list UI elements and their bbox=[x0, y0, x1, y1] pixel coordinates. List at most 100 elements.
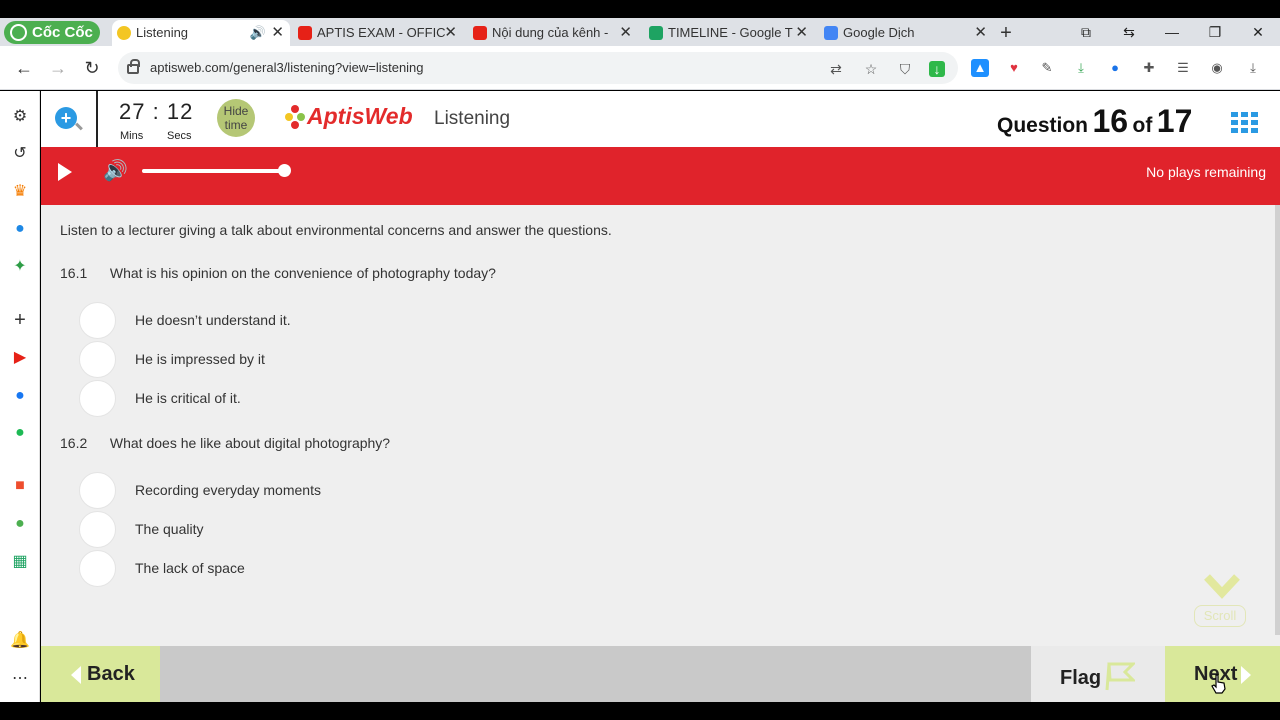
more-options-icon[interactable]: ⋯ bbox=[10, 669, 30, 689]
hide-time-button[interactable]: Hide time bbox=[217, 99, 255, 137]
answer-option[interactable]: The quality bbox=[79, 511, 479, 549]
mins-label: Mins bbox=[120, 130, 144, 142]
bookmark-extension-icon[interactable]: ✎ bbox=[1038, 59, 1056, 77]
minimize-button[interactable]: — bbox=[1150, 18, 1194, 46]
close-icon[interactable]: ✕ bbox=[619, 20, 632, 46]
window-close-button[interactable]: ✕ bbox=[1236, 18, 1280, 46]
flag-button[interactable]: Flag bbox=[1031, 646, 1165, 702]
radio-button[interactable] bbox=[79, 472, 116, 509]
sheets-icon[interactable]: ▦ bbox=[10, 552, 30, 572]
instructions: Listen to a lecturer giving a talk about… bbox=[60, 222, 612, 238]
tab-title: Listening bbox=[136, 25, 189, 40]
shield-icon[interactable]: ⛉ bbox=[897, 61, 913, 77]
forward-nav-button[interactable]: → bbox=[46, 56, 70, 80]
downloads-icon[interactable]: ⤓ bbox=[1244, 59, 1262, 77]
youtube-icon[interactable]: ▶ bbox=[10, 348, 30, 368]
close-icon[interactable]: ✕ bbox=[444, 20, 457, 46]
close-icon[interactable]: ✕ bbox=[974, 20, 987, 46]
messenger-icon[interactable]: ● bbox=[10, 219, 30, 239]
tab-search-button[interactable]: ⧉ bbox=[1064, 18, 1108, 46]
back-button[interactable]: Back bbox=[41, 646, 160, 702]
header-divider bbox=[96, 91, 98, 147]
browser-brand-button[interactable]: Cốc Cốc bbox=[4, 21, 100, 44]
spotify-icon[interactable]: ● bbox=[10, 423, 30, 443]
tab-timeline[interactable]: TIMELINE - Google T ✕ bbox=[644, 20, 814, 46]
save-extension-icon[interactable]: ⤓ bbox=[1072, 59, 1090, 77]
speaker-icon[interactable]: 🔊 bbox=[250, 20, 266, 46]
next-button[interactable]: Next bbox=[1165, 646, 1280, 702]
option-label[interactable]: Recording everyday moments bbox=[135, 482, 321, 498]
tab-noi-dung[interactable]: Nội dung của kênh - ✕ bbox=[468, 20, 638, 46]
reload-button[interactable]: ↻ bbox=[80, 56, 104, 80]
restore-button[interactable]: ❐ bbox=[1193, 18, 1237, 46]
back-nav-button[interactable]: ← bbox=[12, 56, 36, 80]
star-icon[interactable]: ☆ bbox=[863, 61, 879, 77]
radio-button[interactable] bbox=[79, 380, 116, 417]
add-sidebar-item-icon[interactable]: + bbox=[10, 310, 30, 330]
tab-listening[interactable]: Listening 🔊 ✕ bbox=[112, 20, 290, 46]
url-text[interactable]: aptisweb.com/general3/listening?view=lis… bbox=[150, 52, 424, 84]
google-extension-icon[interactable]: ● bbox=[1106, 59, 1124, 77]
option-label[interactable]: He doesn’t understand it. bbox=[135, 312, 291, 328]
scroll-button[interactable]: Scroll bbox=[1194, 605, 1246, 627]
gamepad-icon[interactable]: ✦ bbox=[10, 257, 30, 277]
lock-icon[interactable] bbox=[127, 59, 140, 74]
close-icon[interactable]: ✕ bbox=[795, 20, 808, 46]
close-icon[interactable]: ✕ bbox=[271, 20, 284, 46]
question-text: What does he like about digital photogra… bbox=[109, 435, 391, 451]
aptis-page: + 27 : 12 Mins Secs Hide time AptisWeb L… bbox=[41, 91, 1280, 702]
question-grid-icon[interactable] bbox=[1231, 112, 1259, 134]
radio-button[interactable] bbox=[79, 302, 116, 339]
chevron-right-icon bbox=[1241, 666, 1251, 684]
brand-label: Cốc Cốc bbox=[32, 24, 93, 41]
download-extension-icon[interactable]: ↓ bbox=[929, 61, 945, 77]
notification-bell-icon[interactable]: 🔔 bbox=[10, 631, 30, 651]
plays-remaining-status: No plays remaining bbox=[1146, 164, 1266, 180]
settings-gear-icon[interactable]: ⚙ bbox=[10, 107, 30, 127]
option-label[interactable]: The lack of space bbox=[135, 560, 245, 576]
question-number: 16.1 bbox=[60, 265, 88, 281]
profile-icon[interactable]: ◉ bbox=[1208, 59, 1226, 77]
answer-option[interactable]: He is impressed by it bbox=[79, 341, 479, 379]
volume-icon[interactable]: 🔊 bbox=[103, 160, 131, 182]
answer-option[interactable]: He is critical of it. bbox=[79, 380, 479, 418]
option-label[interactable]: The quality bbox=[135, 521, 203, 537]
facebook-icon[interactable]: ● bbox=[10, 386, 30, 406]
option-label[interactable]: He is critical of it. bbox=[135, 390, 241, 406]
extensions-puzzle-icon[interactable]: ✚ bbox=[1140, 59, 1158, 77]
volume-slider-track[interactable] bbox=[142, 169, 284, 173]
new-tab-button[interactable]: + bbox=[996, 20, 1016, 46]
tab-google-dich[interactable]: Google Dịch ✕ bbox=[819, 20, 993, 46]
pocket-icon[interactable]: ♥ bbox=[1005, 59, 1023, 77]
radio-button[interactable] bbox=[79, 511, 116, 548]
droplet-extension-icon[interactable]: ▲ bbox=[971, 59, 989, 77]
question-current: 16 bbox=[1092, 103, 1129, 139]
sidebar-toggle-button[interactable]: ⇆ bbox=[1107, 18, 1151, 46]
option-label[interactable]: He is impressed by it bbox=[135, 351, 265, 367]
answer-option[interactable]: He doesn’t understand it. bbox=[79, 302, 479, 340]
tab-title: TIMELINE - Google T bbox=[668, 25, 793, 40]
tab-aptis-exam[interactable]: APTIS EXAM - OFFIC ✕ bbox=[293, 20, 463, 46]
map-pin-icon[interactable]: ● bbox=[10, 514, 30, 534]
shopee-icon[interactable]: ■ bbox=[10, 476, 30, 496]
answer-option[interactable]: The lack of space bbox=[79, 550, 479, 588]
play-icon[interactable] bbox=[58, 163, 72, 181]
youtube-favicon-icon bbox=[298, 26, 312, 40]
zoom-in-icon[interactable]: + bbox=[55, 107, 77, 129]
question-total: 17 bbox=[1156, 103, 1193, 139]
radio-button[interactable] bbox=[79, 341, 116, 378]
history-icon[interactable]: ↺ bbox=[10, 144, 30, 164]
translate-icon[interactable]: ⇄ bbox=[828, 61, 844, 77]
chevron-left-icon bbox=[71, 666, 81, 684]
crown-icon[interactable]: ♛ bbox=[10, 182, 30, 202]
countdown-timer: 27 : 12 Mins Secs bbox=[119, 99, 199, 142]
reading-list-icon[interactable]: ☰ bbox=[1174, 59, 1192, 77]
url-omnibox[interactable]: aptisweb.com/general3/listening?view=lis… bbox=[118, 52, 958, 84]
chevron-down-icon[interactable] bbox=[1204, 573, 1240, 601]
page-scrollbar[interactable] bbox=[1275, 205, 1280, 635]
question-counter: Question 16 of 17 bbox=[997, 103, 1192, 140]
radio-button[interactable] bbox=[79, 550, 116, 587]
hand-cursor-icon bbox=[1211, 674, 1226, 694]
answer-option[interactable]: Recording everyday moments bbox=[79, 472, 479, 510]
volume-slider-handle[interactable] bbox=[278, 164, 291, 177]
